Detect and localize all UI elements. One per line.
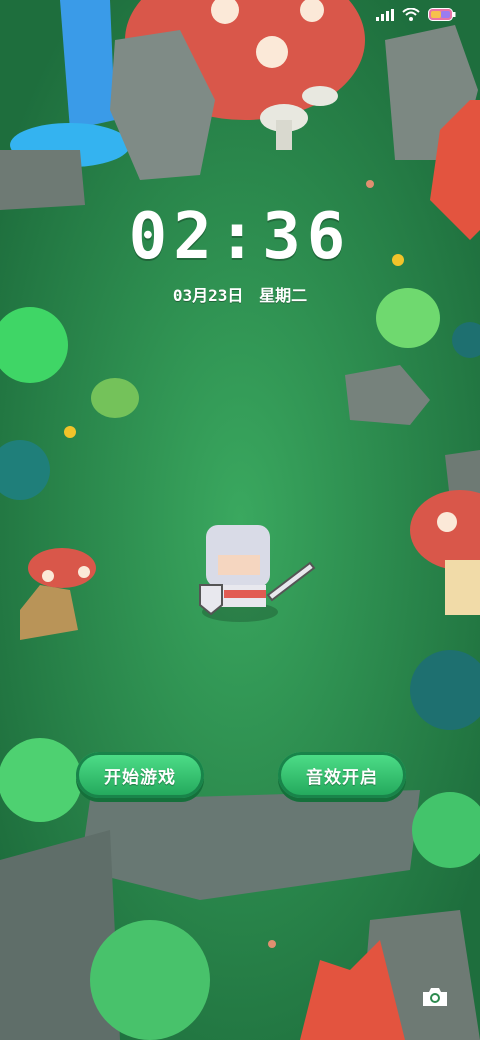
lockscreen-weekday: 星期二 bbox=[259, 286, 308, 305]
status-bar bbox=[376, 8, 456, 21]
lockscreen-time: 02:36 bbox=[128, 200, 352, 274]
signal-icon bbox=[376, 8, 394, 21]
wifi-icon bbox=[402, 8, 420, 21]
sound-toggle-button[interactable]: 音效开启 bbox=[278, 752, 406, 798]
game-background bbox=[0, 0, 480, 1040]
start-game-button[interactable]: 开始游戏 bbox=[76, 752, 204, 798]
battery-icon bbox=[428, 8, 456, 21]
camera-icon[interactable] bbox=[420, 982, 450, 1012]
lockscreen-date-line: 03月23日 星期二 bbox=[0, 282, 480, 306]
lockscreen-date: 03月23日 bbox=[172, 286, 244, 305]
